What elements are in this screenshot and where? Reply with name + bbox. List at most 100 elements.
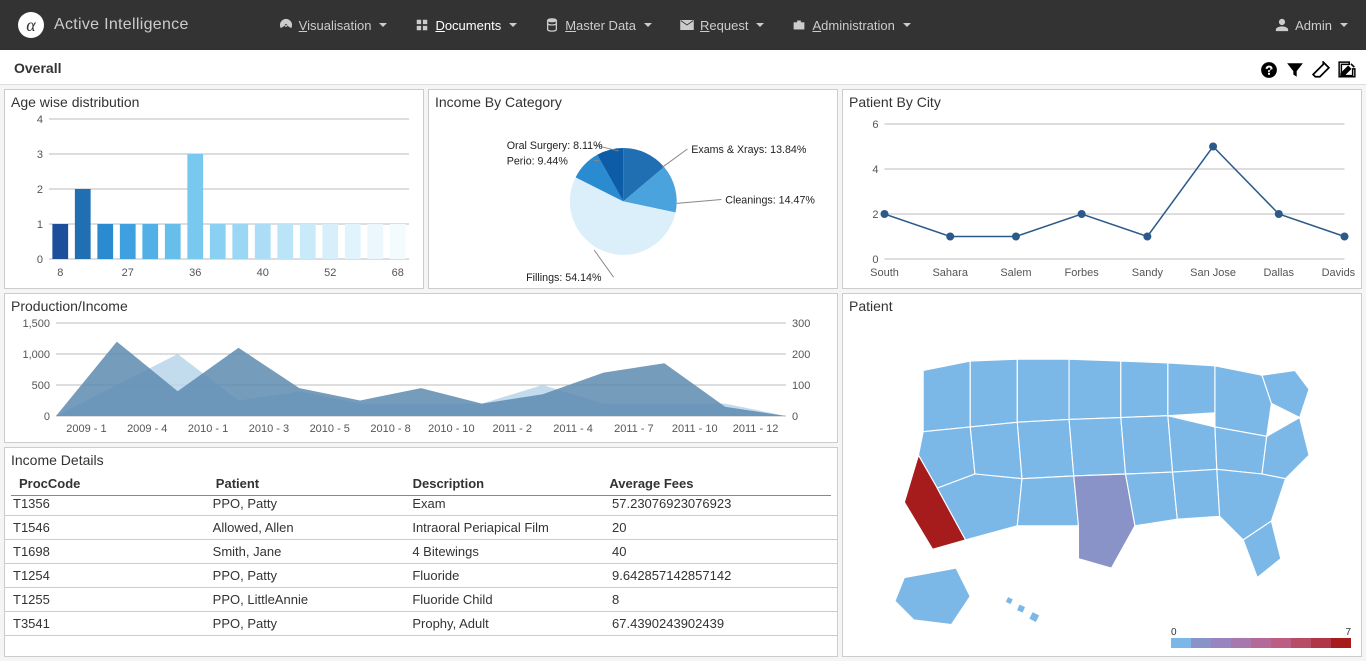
toolbar xyxy=(1258,59,1358,81)
nav-item-master-data[interactable]: Master Data xyxy=(545,18,652,33)
svg-text:4: 4 xyxy=(37,114,43,126)
subheader: Overall xyxy=(0,50,1366,85)
table-row[interactable]: T1356PPO, PattyExam57.23076923076923 xyxy=(5,492,837,516)
cell: 20 xyxy=(604,516,837,540)
svg-text:Dallas: Dallas xyxy=(1263,267,1294,279)
svg-text:8: 8 xyxy=(57,267,63,279)
help-icon xyxy=(1260,61,1278,79)
svg-text:500: 500 xyxy=(32,380,50,392)
svg-text:2: 2 xyxy=(37,184,43,196)
help-button[interactable] xyxy=(1258,59,1280,81)
cell: Prophy, Adult xyxy=(404,612,604,636)
cell: T1698 xyxy=(5,540,205,564)
nav-item-visualisation[interactable]: Visualisation xyxy=(279,18,388,33)
table-scroll[interactable]: T1356PPO, PattyExam57.23076923076923T154… xyxy=(5,492,837,656)
svg-text:Fillings: 54.14%: Fillings: 54.14% xyxy=(526,272,602,284)
svg-text:52: 52 xyxy=(324,267,336,279)
panel-title: Patient By City xyxy=(849,94,1355,110)
svg-text:0: 0 xyxy=(44,411,50,423)
svg-text:0: 0 xyxy=(792,411,798,423)
nav-item-request[interactable]: Request xyxy=(680,18,764,33)
tab-overall[interactable]: Overall xyxy=(8,56,67,84)
cell: T3541 xyxy=(5,612,205,636)
svg-text:Salem: Salem xyxy=(1000,267,1031,279)
region-texas xyxy=(1074,474,1135,568)
table-row[interactable]: T1255PPO, LittleAnnieFluoride Child8 xyxy=(5,588,837,612)
svg-text:2009 - 1: 2009 - 1 xyxy=(66,423,106,435)
edit-button[interactable] xyxy=(1336,59,1358,81)
db-icon xyxy=(545,18,559,32)
svg-text:68: 68 xyxy=(392,267,404,279)
us-map[interactable] xyxy=(849,314,1355,634)
nav-item-administration[interactable]: Administration xyxy=(792,18,910,33)
svg-text:100: 100 xyxy=(792,380,810,392)
cell: Exam xyxy=(404,492,604,516)
city-line-chart[interactable]: 0246SouthSaharaSalemForbesSandySan JoseD… xyxy=(849,114,1355,284)
caret-icon xyxy=(379,23,387,27)
cell: Fluoride xyxy=(404,564,604,588)
svg-text:Oral Surgery: 8.11%: Oral Surgery: 8.11% xyxy=(507,140,603,152)
svg-text:36: 36 xyxy=(189,267,201,279)
svg-text:Davidson: Davidson xyxy=(1322,267,1355,279)
svg-text:Sahara: Sahara xyxy=(932,267,968,279)
caret-icon xyxy=(756,23,764,27)
caret-icon xyxy=(903,23,911,27)
svg-text:3: 3 xyxy=(37,149,43,161)
cell: 57.23076923076923 xyxy=(604,492,837,516)
nav-user-label: Admin xyxy=(1295,18,1332,33)
svg-text:Cleanings: 14.47%: Cleanings: 14.47% xyxy=(725,194,815,206)
cell: 67.4390243902439 xyxy=(604,612,837,636)
brand-logo: α xyxy=(18,12,44,38)
nav-user[interactable]: Admin xyxy=(1275,18,1348,33)
mail-icon xyxy=(680,18,694,32)
map-legend: 07 xyxy=(1171,627,1351,648)
nav-item-documents[interactable]: Documents xyxy=(415,18,517,33)
table-row[interactable]: T1254PPO, PattyFluoride9.642857142857142 xyxy=(5,564,837,588)
eraser-button[interactable] xyxy=(1310,59,1332,81)
svg-text:2011 - 10: 2011 - 10 xyxy=(672,423,718,435)
svg-text:4: 4 xyxy=(872,164,878,176)
caret-icon xyxy=(509,23,517,27)
svg-text:2009 - 4: 2009 - 4 xyxy=(127,423,167,435)
cell: PPO, LittleAnnie xyxy=(205,588,405,612)
nav-label: Documents xyxy=(435,18,501,33)
svg-text:Sandy: Sandy xyxy=(1132,267,1164,279)
cell: 40 xyxy=(604,540,837,564)
svg-text:0: 0 xyxy=(872,254,878,266)
svg-text:Perio: 9.44%: Perio: 9.44% xyxy=(507,156,569,168)
svg-text:2: 2 xyxy=(872,209,878,221)
svg-text:1,000: 1,000 xyxy=(22,349,50,361)
svg-text:2010 - 10: 2010 - 10 xyxy=(428,423,474,435)
production-area-chart[interactable]: 0 500 1,000 1,500 0 100 200 300 2009 - 1 2009 - 4… xyxy=(11,318,831,438)
svg-text:1,500: 1,500 xyxy=(22,318,50,330)
cell: PPO, Patty xyxy=(205,492,405,516)
svg-text:200: 200 xyxy=(792,349,810,361)
legend-max: 7 xyxy=(1345,627,1351,638)
cell: 8 xyxy=(604,588,837,612)
svg-text:San Jose: San Jose xyxy=(1190,267,1236,279)
panel-production-income: Production/Income 0 500 1,000 1,500 0 100 200 3… xyxy=(4,293,838,443)
table-row[interactable]: T1698Smith, Jane4 Bitewings40 xyxy=(5,540,837,564)
cell: Allowed, Allen xyxy=(205,516,405,540)
table-row[interactable]: T3541PPO, PattyProphy, Adult67.439024390… xyxy=(5,612,837,636)
panel-patient-map: Patient xyxy=(842,293,1362,657)
filter-button[interactable] xyxy=(1284,59,1306,81)
income-pie-chart[interactable]: Exams & Xrays: 13.84%Cleanings: 14.47%Fi… xyxy=(435,114,831,284)
age-bar-chart[interactable]: 0123482736405268 xyxy=(11,114,417,284)
panel-age-dist: Age wise distribution 0123482736405268 xyxy=(4,89,424,289)
svg-text:300: 300 xyxy=(792,318,810,330)
svg-text:0: 0 xyxy=(37,254,43,266)
panel-title: Income Details xyxy=(11,452,831,468)
panel-title: Income By Category xyxy=(435,94,831,110)
table-row[interactable]: T1546Allowed, AllenIntraoral Periapical … xyxy=(5,516,837,540)
svg-text:2010 - 5: 2010 - 5 xyxy=(310,423,350,435)
panel-title: Patient xyxy=(849,298,1355,314)
panel-title: Production/Income xyxy=(11,298,831,314)
svg-text:2011 - 12: 2011 - 12 xyxy=(733,423,779,435)
svg-text:2011 - 4: 2011 - 4 xyxy=(553,423,593,435)
nav-label: Request xyxy=(700,18,748,33)
cell: PPO, Patty xyxy=(205,612,405,636)
panel-income-details: Income Details ProcCodePatientDescriptio… xyxy=(4,447,838,657)
svg-text:South: South xyxy=(870,267,899,279)
panel-income-category: Income By Category Exams & Xrays: 13.84%… xyxy=(428,89,838,289)
